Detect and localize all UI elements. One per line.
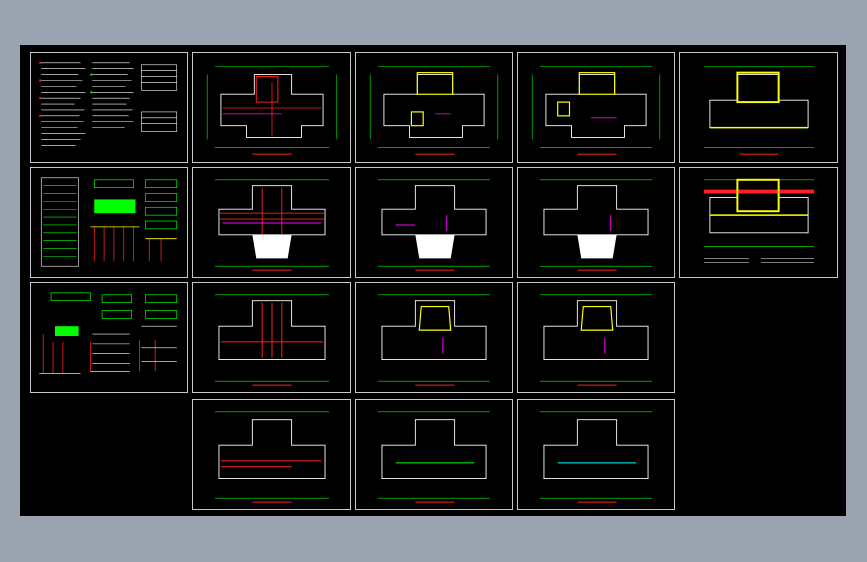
plan-r2-c4[interactable] [679,167,838,278]
plan-drawing-r3-c3 [540,294,652,386]
plan-r2-c2[interactable] [355,167,513,278]
roof-drawing-r2-c4 [704,178,814,263]
legend-sheet-2[interactable] [30,282,188,393]
plan-r3-c3[interactable] [517,282,675,393]
plan-drawing-r4-c3 [540,411,652,503]
plan-r4-c1[interactable] [192,399,351,510]
plan-drawing-r1-c1 [206,66,338,155]
plan-drawing-r2-c3 [540,179,652,271]
plan-drawing-r2-c2 [378,179,490,271]
roof-drawing-r1-c4 [704,66,814,155]
plan-r3-c1[interactable] [192,282,351,393]
plan-drawing-r1-c2 [369,66,499,155]
plan-r1-c3[interactable] [517,52,675,163]
plan-drawing-r4-c2 [378,411,490,503]
plan-r2-c1[interactable] [192,167,351,278]
cad-drawing-canvas[interactable] [20,45,846,516]
plan-r4-c2[interactable] [355,399,513,510]
plan-r1-c2[interactable] [355,52,513,163]
plan-drawing-r4-c1 [215,411,329,503]
plan-r1-c1[interactable] [192,52,351,163]
plan-r2-c3[interactable] [517,167,675,278]
plan-drawing-r3-c2 [378,294,490,386]
plan-drawing-r2-c1 [215,179,329,271]
notes-sheet[interactable] [30,52,188,163]
plan-drawing-r1-c3 [531,66,661,155]
plan-r1-c4[interactable] [679,52,838,163]
plan-drawing-r3-c1 [215,294,329,386]
notes-drawing [39,61,178,146]
legend-sheet-1[interactable] [30,167,188,278]
legend-drawing-1 [40,177,178,267]
plan-r4-c3[interactable] [517,399,675,510]
plan-r3-c2[interactable] [355,282,513,393]
legend-drawing-2 [39,292,178,374]
